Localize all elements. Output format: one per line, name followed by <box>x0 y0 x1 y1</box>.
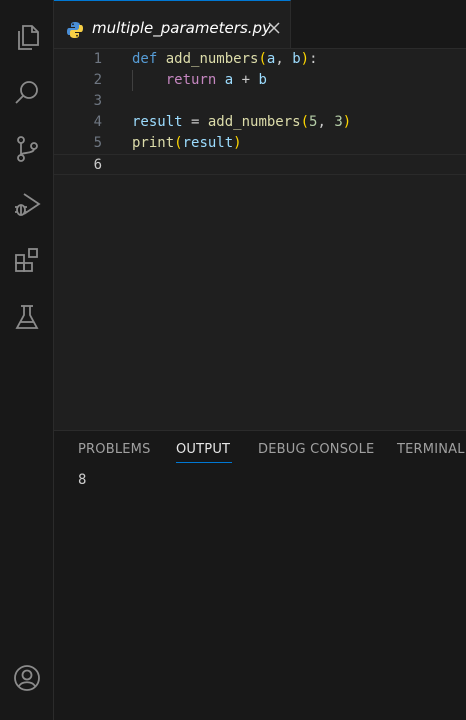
code-line[interactable]: 6 <box>54 154 466 175</box>
code-token: b <box>258 72 267 88</box>
code-text: def add_numbers(a, b): <box>132 49 318 70</box>
editor-tab-bar: multiple_parameters.py <box>54 0 466 49</box>
code-editor[interactable]: 1 def add_numbers(a, b): 2 return a + b34r… <box>54 49 466 430</box>
vscode-window: multiple_parameters.py 1 def add_numbers(… <box>0 0 466 720</box>
line-number: 6 <box>93 157 102 173</box>
code-token: return <box>165 72 217 88</box>
code-token: ) <box>233 135 242 151</box>
code-line[interactable]: 4 result = add_numbers(5, 3) <box>54 112 466 133</box>
line-number: 2 <box>93 72 102 88</box>
output-content: 8 <box>78 472 87 488</box>
code-token: , <box>275 51 293 67</box>
tab-output[interactable]: OUTPUT <box>176 442 230 457</box>
line-number: 5 <box>93 135 102 151</box>
search-icon[interactable] <box>8 74 46 112</box>
code-text: print(result) <box>132 133 242 154</box>
testing-icon[interactable] <box>8 298 46 336</box>
tab-debug-console[interactable]: DEBUG CONSOLE <box>258 442 374 457</box>
tab-terminal[interactable]: TERMINAL <box>397 442 465 457</box>
code-token: def <box>132 51 158 67</box>
source-control-icon[interactable] <box>8 130 46 168</box>
code-token: result <box>182 135 234 151</box>
code-token: ) <box>342 114 352 130</box>
code-text: result = add_numbers(5, 3) <box>132 112 351 133</box>
explorer-icon[interactable] <box>8 18 46 56</box>
code-token: a <box>224 72 234 88</box>
activity-bar <box>0 0 54 720</box>
code-token: add_numbers <box>207 114 301 130</box>
code-line[interactable]: 3 <box>54 91 466 112</box>
code-line[interactable]: 5 print(result) <box>54 133 466 154</box>
run-debug-icon[interactable] <box>8 186 46 224</box>
python-file-icon <box>67 22 83 38</box>
code-token: ( <box>258 51 267 67</box>
line-number: 1 <box>93 51 102 67</box>
code-token: ) <box>300 51 310 67</box>
bottom-panel: PROBLEMS OUTPUT DEBUG CONSOLE TERMINAL 8 <box>54 430 466 720</box>
account-icon[interactable] <box>8 659 46 697</box>
code-token: 3 <box>334 114 343 130</box>
line-number: 4 <box>93 114 102 130</box>
code-token: ( <box>174 135 183 151</box>
code-token: print <box>132 135 175 151</box>
code-token: add_numbers <box>165 51 259 67</box>
code-token: , <box>317 114 335 130</box>
code-token: : <box>309 51 318 67</box>
line-number: 3 <box>93 93 102 109</box>
active-tab-indicator <box>176 462 232 463</box>
editor-tab-active[interactable]: multiple_parameters.py <box>54 0 291 48</box>
code-token: result <box>132 114 183 130</box>
extensions-icon[interactable] <box>8 242 46 280</box>
code-token: b <box>292 51 301 67</box>
close-icon[interactable] <box>266 20 282 36</box>
code-text: return a + b <box>132 70 267 91</box>
code-line[interactable]: 1 def add_numbers(a, b): <box>54 49 466 70</box>
tab-problems[interactable]: PROBLEMS <box>78 442 151 457</box>
code-token: ( <box>300 114 310 130</box>
code-token: + <box>233 72 259 88</box>
indent-guide <box>132 70 133 91</box>
tab-filename: multiple_parameters.py <box>92 19 271 37</box>
code-token: = <box>182 114 208 130</box>
code-line[interactable]: 2 return a + b <box>54 70 466 91</box>
